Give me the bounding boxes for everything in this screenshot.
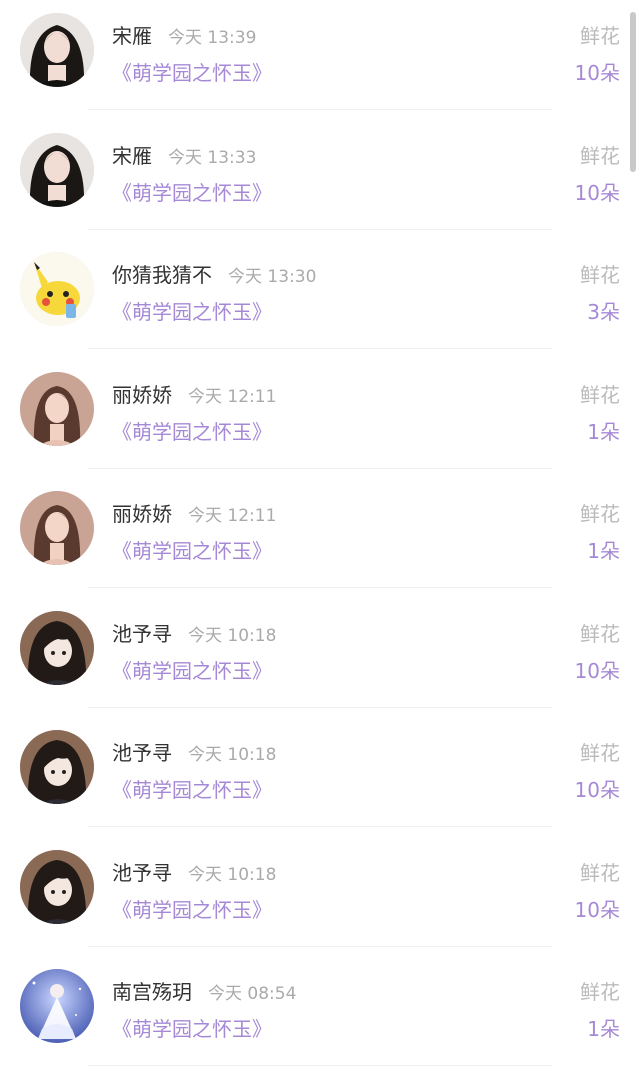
avatar[interactable] [20,491,94,565]
avatar[interactable] [20,730,94,804]
timestamp: 今天 12:11 [188,506,277,526]
scrollbar[interactable] [630,12,636,172]
gift-type: 鲜花 [580,24,620,48]
timestamp: 今天 10:18 [188,864,277,885]
user-name[interactable]: 宋雁 今天 13:33 [112,140,256,169]
avatar[interactable] [20,371,94,446]
gift-count: 10朵 [574,897,620,922]
gift-count: 1朵 [587,419,620,444]
gift-count: 10朵 [574,658,620,683]
book-title-link[interactable]: 《萌学园之怀玉》 [112,774,272,803]
gift-count: 10朵 [574,61,620,85]
user-name[interactable]: 南宫殇玥 今天 08:54 [112,976,296,1005]
book-title-link[interactable]: 《萌学园之怀玉》 [112,535,272,564]
divider [88,467,552,469]
user-name[interactable]: 池予寻 今天 10:18 [112,618,276,647]
gift-type: 鲜花 [580,502,620,526]
gift-type: 鲜花 [580,860,620,885]
list-item[interactable]: 宋雁 今天 13:39 《萌学园之怀玉》 鲜花 10朵 [0,0,640,120]
gift-count: 10朵 [574,180,620,205]
book-title-link[interactable]: 《萌学园之怀玉》 [112,177,272,206]
user-name[interactable]: 你猜我猜不 今天 13:30 [112,259,316,288]
divider [88,945,552,947]
avatar[interactable] [20,132,94,207]
avatar[interactable] [20,13,94,87]
list-item[interactable]: 池予寻 今天 10:18 《萌学园之怀玉》 鲜花 10朵 [0,598,640,718]
book-title-link[interactable]: 《萌学园之怀玉》 [112,1013,272,1042]
divider [88,587,552,588]
divider [88,826,552,827]
list-item[interactable]: 丽娇娇 今天 12:11 《萌学园之怀玉》 鲜花 1朵 [0,478,640,598]
divider [88,706,552,708]
divider [88,1065,552,1066]
avatar[interactable] [20,610,94,685]
list-item[interactable]: 你猜我猜不 今天 13:30 《萌学园之怀玉》 鲜花 3朵 [0,239,640,359]
gift-type: 鲜花 [580,980,620,1004]
gift-count: 3朵 [587,300,620,324]
gift-count: 10朵 [574,778,620,802]
book-title-link[interactable]: 《萌学园之怀玉》 [112,57,272,86]
timestamp: 今天 10:18 [188,625,277,646]
list-item[interactable]: 丽娇娇 今天 12:11 《萌学园之怀玉》 鲜花 1朵 [0,359,640,479]
timestamp: 今天 12:11 [188,386,277,407]
gift-type: 鲜花 [580,143,620,168]
list-item[interactable]: 池予寻 今天 10:18 《萌学园之怀玉》 鲜花 10朵 [0,837,640,957]
user-name[interactable]: 池予寻 今天 10:18 [112,857,276,886]
gift-count: 1朵 [587,539,620,563]
gift-type: 鲜花 [580,621,620,646]
gift-type: 鲜花 [580,741,620,765]
divider [88,228,552,230]
timestamp: 今天 08:54 [208,984,297,1004]
book-title-link[interactable]: 《萌学园之怀玉》 [112,894,272,923]
book-title-link[interactable]: 《萌学园之怀玉》 [112,296,272,325]
list-item[interactable]: 南宫殇玥 今天 08:54 《萌学园之怀玉》 鲜花 1朵 [0,956,640,1076]
list-item[interactable]: 池予寻 今天 10:18 《萌学园之怀玉》 鲜花 10朵 [0,717,640,837]
list-item[interactable]: 宋雁 今天 13:33 《萌学园之怀玉》 鲜花 10朵 [0,120,640,240]
gift-type: 鲜花 [580,263,620,287]
timestamp: 今天 13:39 [168,28,257,48]
timestamp: 今天 10:18 [188,745,277,765]
book-title-link[interactable]: 《萌学园之怀玉》 [112,416,272,445]
user-name[interactable]: 丽娇娇 今天 12:11 [112,379,276,408]
avatar[interactable] [20,849,94,924]
divider [88,348,552,349]
user-name[interactable]: 宋雁 今天 13:39 [112,20,256,49]
book-title-link[interactable]: 《萌学园之怀玉》 [112,655,272,684]
gift-count: 1朵 [587,1017,620,1041]
timestamp: 今天 13:30 [228,267,317,287]
user-name[interactable]: 丽娇娇 今天 12:11 [112,498,276,527]
gift-type: 鲜花 [580,382,620,407]
user-name[interactable]: 池予寻 今天 10:18 [112,737,276,766]
avatar[interactable] [20,252,94,326]
divider [88,109,552,110]
timestamp: 今天 13:33 [168,147,257,168]
avatar[interactable] [20,969,94,1043]
